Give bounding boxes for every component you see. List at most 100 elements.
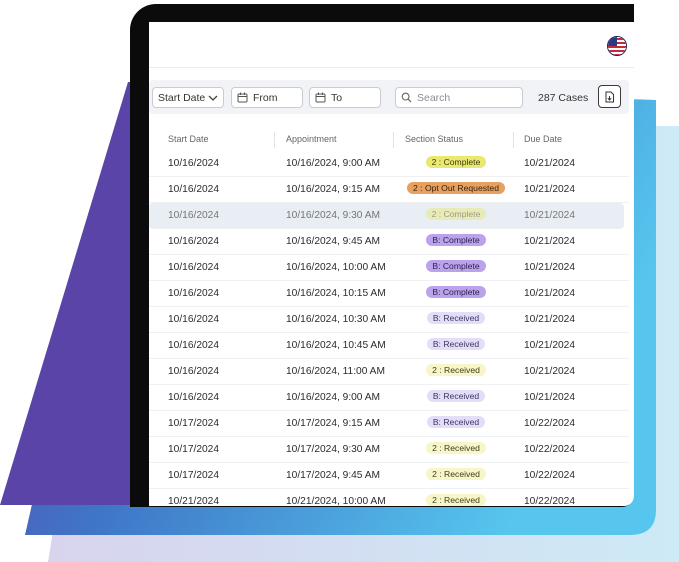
- cell-appointment: 10/16/2024, 9:00 AM: [286, 158, 381, 169]
- table-row[interactable]: 10/17/2024 10/17/2024, 9:15 AM B: Received…: [149, 411, 629, 437]
- status-badge: B: Complete: [426, 234, 486, 246]
- table-row[interactable]: 10/16/2024 10/16/2024, 9:30 AM 2 : Complet…: [149, 203, 624, 229]
- cell-section-status: 2 : Received: [406, 468, 506, 480]
- table-row[interactable]: 10/16/2024 10/16/2024, 9:00 AM 2 : Complet…: [149, 151, 629, 177]
- calendar-icon: [315, 92, 326, 103]
- table-row[interactable]: 10/16/2024 10/16/2024, 9:45 AM B: Complete…: [149, 229, 629, 255]
- us-flag-icon[interactable]: [607, 36, 627, 56]
- start-date-dropdown[interactable]: Start Date: [152, 87, 224, 108]
- cell-start-date: 10/16/2024: [168, 210, 219, 221]
- cell-start-date: 10/16/2024: [168, 288, 219, 299]
- backdrop-shape-left: [0, 82, 150, 505]
- cell-section-status: B: Received: [406, 390, 506, 402]
- column-divider: [274, 132, 275, 148]
- status-badge: 2 : Received: [426, 494, 486, 506]
- cell-due-date: 10/22/2024: [524, 470, 575, 481]
- cell-start-date: 10/17/2024: [168, 418, 219, 429]
- cell-due-date: 10/21/2024: [524, 210, 575, 221]
- table-row[interactable]: 10/16/2024 10/16/2024, 10:45 AM B: Receive…: [149, 333, 629, 359]
- cell-section-status: 2 : Received: [406, 442, 506, 454]
- status-badge: 2 : Complete: [425, 156, 487, 168]
- table-row[interactable]: 10/16/2024 10/16/2024, 10:30 AM B: Receive…: [149, 307, 629, 333]
- cell-due-date: 10/21/2024: [524, 184, 575, 195]
- cell-start-date: 10/16/2024: [168, 158, 219, 169]
- column-header-due-date[interactable]: Due Date: [524, 134, 562, 144]
- cell-due-date: 10/21/2024: [524, 288, 575, 299]
- cell-appointment: 10/16/2024, 10:30 AM: [286, 314, 386, 325]
- file-export-icon: [605, 91, 614, 102]
- case-count: 287 Cases: [538, 92, 589, 104]
- top-bar: [149, 22, 634, 68]
- table-row[interactable]: 10/21/2024 10/21/2024, 10:00 AM 2 : Receiv…: [149, 489, 629, 506]
- column-header-appointment[interactable]: Appointment: [286, 134, 337, 144]
- status-badge: 2 : Received: [426, 364, 486, 376]
- cell-appointment: 10/16/2024, 9:30 AM: [286, 210, 381, 221]
- cell-section-status: 2 : Received: [406, 364, 506, 376]
- search-placeholder: Search: [417, 91, 451, 104]
- cell-section-status: B: Received: [406, 338, 506, 350]
- status-badge: B: Received: [426, 338, 486, 350]
- cell-due-date: 10/22/2024: [524, 444, 575, 455]
- cell-start-date: 10/21/2024: [168, 496, 219, 506]
- cell-start-date: 10/16/2024: [168, 314, 219, 325]
- cell-due-date: 10/22/2024: [524, 496, 575, 506]
- cell-start-date: 10/17/2024: [168, 470, 219, 481]
- cell-start-date: 10/16/2024: [168, 340, 219, 351]
- cell-start-date: 10/16/2024: [168, 262, 219, 273]
- start-date-label: Start Date: [158, 91, 206, 104]
- column-header-start-date[interactable]: Start Date: [168, 134, 209, 144]
- table-row[interactable]: 10/16/2024 10/16/2024, 9:00 AM B: Received…: [149, 385, 629, 411]
- cell-appointment: 10/16/2024, 9:15 AM: [286, 184, 381, 195]
- status-badge: B: Received: [426, 390, 486, 402]
- status-badge: 2 : Received: [426, 468, 486, 480]
- cell-section-status: B: Received: [406, 416, 506, 428]
- cell-section-status: B: Complete: [406, 286, 506, 298]
- search-input[interactable]: Search: [395, 87, 523, 108]
- cell-due-date: 10/21/2024: [524, 158, 575, 169]
- status-badge: B: Received: [426, 312, 486, 324]
- calendar-icon: [237, 92, 248, 103]
- export-button[interactable]: [598, 85, 621, 108]
- cell-start-date: 10/16/2024: [168, 366, 219, 377]
- cell-due-date: 10/21/2024: [524, 340, 575, 351]
- cell-section-status: 2 : Received: [406, 494, 506, 506]
- table-row[interactable]: 10/17/2024 10/17/2024, 9:45 AM 2 : Receive…: [149, 463, 629, 489]
- column-divider: [513, 132, 514, 148]
- to-label: To: [331, 91, 343, 104]
- cell-due-date: 10/22/2024: [524, 418, 575, 429]
- status-badge: B: Complete: [426, 260, 486, 272]
- table-row[interactable]: 10/16/2024 10/16/2024, 11:00 AM 2 : Receiv…: [149, 359, 629, 385]
- search-icon: [401, 92, 412, 103]
- cell-section-status: 2 : Complete: [406, 156, 506, 168]
- cell-appointment: 10/16/2024, 10:15 AM: [286, 288, 386, 299]
- chevron-down-icon: [208, 95, 218, 101]
- cell-due-date: 10/21/2024: [524, 392, 575, 403]
- cell-appointment: 10/16/2024, 9:00 AM: [286, 392, 381, 403]
- cell-appointment: 10/16/2024, 10:00 AM: [286, 262, 386, 273]
- status-badge: 2 : Received: [426, 442, 486, 454]
- cell-start-date: 10/16/2024: [168, 236, 219, 247]
- cell-appointment: 10/17/2024, 9:15 AM: [286, 418, 381, 429]
- cell-appointment: 10/21/2024, 10:00 AM: [286, 496, 386, 506]
- cell-section-status: 2 : Opt Out Requested: [406, 182, 506, 194]
- cell-appointment: 10/16/2024, 9:45 AM: [286, 236, 381, 247]
- status-badge: B: Received: [426, 416, 486, 428]
- table-header: Start Date Appointment Section Status Du…: [149, 129, 629, 151]
- cell-due-date: 10/21/2024: [524, 314, 575, 325]
- status-badge: 2 : Opt Out Requested: [407, 182, 505, 194]
- from-date-input[interactable]: From: [231, 87, 303, 108]
- cell-section-status: B: Received: [406, 312, 506, 324]
- filter-toolbar: Start Date From To Search 287 Cases: [149, 80, 629, 114]
- column-header-section-status[interactable]: Section Status: [405, 134, 463, 144]
- table-row[interactable]: 10/16/2024 10/16/2024, 10:00 AM B: Complet…: [149, 255, 629, 281]
- to-date-input[interactable]: To: [309, 87, 381, 108]
- cell-start-date: 10/17/2024: [168, 444, 219, 455]
- table-row[interactable]: 10/16/2024 10/16/2024, 10:15 AM B: Complet…: [149, 281, 629, 307]
- cell-section-status: B: Complete: [406, 234, 506, 246]
- cell-appointment: 10/17/2024, 9:45 AM: [286, 470, 381, 481]
- table-row[interactable]: 10/16/2024 10/16/2024, 9:15 AM 2 : Opt Out…: [149, 177, 629, 203]
- column-divider: [393, 132, 394, 148]
- cell-appointment: 10/16/2024, 11:00 AM: [286, 366, 385, 377]
- cell-appointment: 10/16/2024, 10:45 AM: [286, 340, 386, 351]
- table-row[interactable]: 10/17/2024 10/17/2024, 9:30 AM 2 : Receive…: [149, 437, 629, 463]
